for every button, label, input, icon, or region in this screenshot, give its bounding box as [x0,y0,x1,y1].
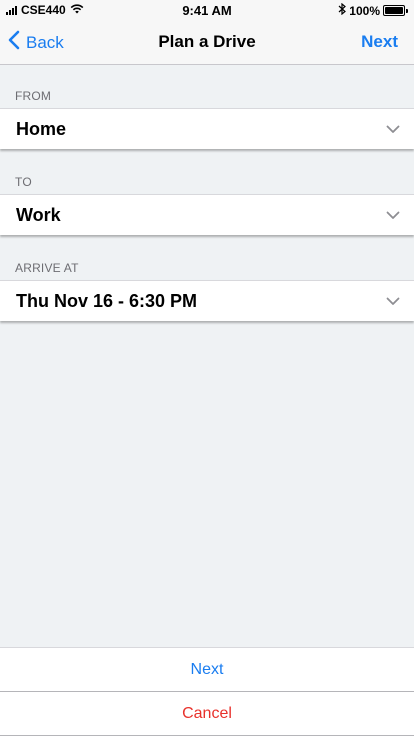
page-title: Plan a Drive [158,32,256,51]
from-section-header: FROM [15,89,52,103]
navigation-bar: Back Plan a Drive Next [0,20,414,65]
status-bar: CSE440 9:41 AM 100% [0,0,414,20]
to-value: Work [16,204,61,225]
chevron-down-icon [386,297,400,306]
battery-icon [383,5,408,16]
bluetooth-icon [338,2,347,18]
arrive-at-section-header: ARRIVE AT [15,261,79,275]
chevron-down-icon [386,211,400,220]
cancel-button[interactable]: Cancel [0,691,414,735]
to-field[interactable]: Work [0,194,414,235]
arrive-at-field[interactable]: Thu Nov 16 - 6:30 PM [0,280,414,321]
next-button[interactable]: Next [0,647,414,691]
chevron-down-icon [386,125,400,134]
arrive-at-value: Thu Nov 16 - 6:30 PM [16,290,198,311]
to-section-header: TO [15,175,32,189]
nav-next-button[interactable]: Next [361,32,398,52]
battery-percent: 100% [349,3,380,18]
status-right: 100% [338,2,408,18]
from-value: Home [16,118,67,139]
action-sheet: Next Cancel [0,647,414,736]
from-field[interactable]: Home [0,108,414,149]
